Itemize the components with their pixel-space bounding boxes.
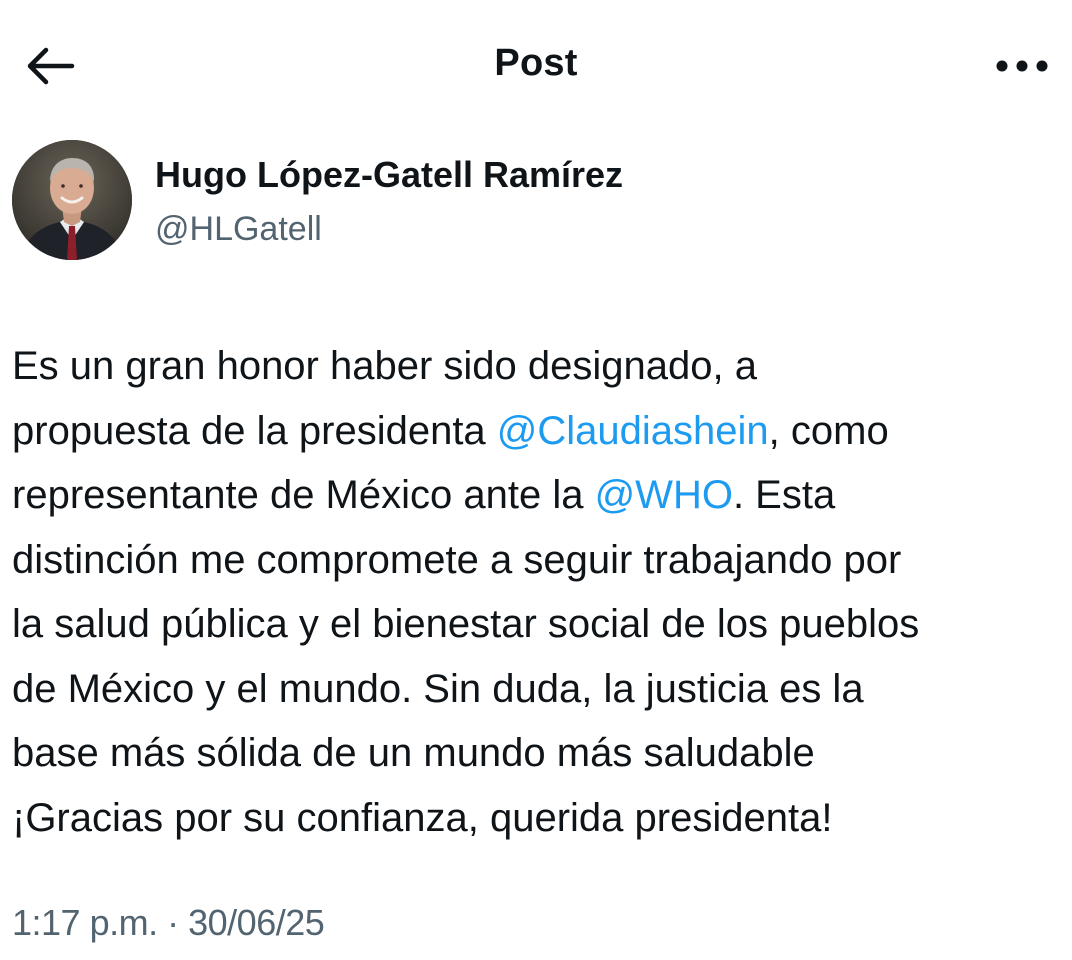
meta-separator: · <box>167 902 179 943</box>
post-text-segment: . Esta <box>732 473 836 517</box>
post-text-segment: representante de México ante la <box>12 473 595 517</box>
avatar-image <box>12 140 132 260</box>
avatar[interactable] <box>12 140 132 260</box>
post-text-line: representante de México ante la @WHO. Es… <box>12 463 1068 528</box>
post-text-line: Es un gran honor haber sido designado, a <box>12 334 1068 399</box>
more-options-button[interactable] <box>990 40 1054 92</box>
post-timestamp[interactable]: 1:17 p.m. · 30/06/25 <box>12 902 325 944</box>
more-horizontal-icon <box>996 60 1048 72</box>
post-text-segment: la salud pública y el bienestar social d… <box>12 602 920 646</box>
post-text-line: base más sólida de un mundo más saludabl… <box>12 721 1068 786</box>
post-time: 1:17 p.m. <box>12 902 158 943</box>
post-text-line: la salud pública y el bienestar social d… <box>12 592 1068 657</box>
author-handle[interactable]: @HLGatell <box>155 210 322 249</box>
post-header: Post <box>0 0 1072 130</box>
post-text-segment: de México y el mundo. Sin duda, la justi… <box>12 666 864 711</box>
post-text-line: de México y el mundo. Sin duda, la justi… <box>12 657 1068 722</box>
post-text-line: distinción me compromete a seguir trabaj… <box>12 528 1068 593</box>
post-text-line: ¡Gracias por su confianza, querida presi… <box>12 786 1068 851</box>
mention-link[interactable]: @Claudiashein <box>497 409 769 453</box>
post-text-line: propuesta de la presidenta @Claudiashein… <box>12 399 1068 464</box>
post-author: Hugo López-Gatell Ramírez @HLGatell <box>0 130 1072 270</box>
post-text-segment: distinción me compromete a seguir trabaj… <box>12 537 902 582</box>
author-name[interactable]: Hugo López-Gatell Ramírez <box>155 154 623 196</box>
post-date: 30/06/25 <box>188 902 325 943</box>
page-title: Post <box>494 42 578 84</box>
mention-link[interactable]: @WHO <box>595 473 733 517</box>
post-text-segment: propuesta de la presidenta <box>12 408 497 453</box>
post-text-segment: base más sólida de un mundo más saludabl… <box>12 731 815 775</box>
post-text: Es un gran honor haber sido designado, a… <box>12 334 1068 850</box>
post-text-segment: , como <box>768 408 889 453</box>
post-text-segment: Es un gran honor haber sido designado, a <box>12 344 757 388</box>
post-text-segment: ¡Gracias por su confianza, querida presi… <box>12 795 833 840</box>
